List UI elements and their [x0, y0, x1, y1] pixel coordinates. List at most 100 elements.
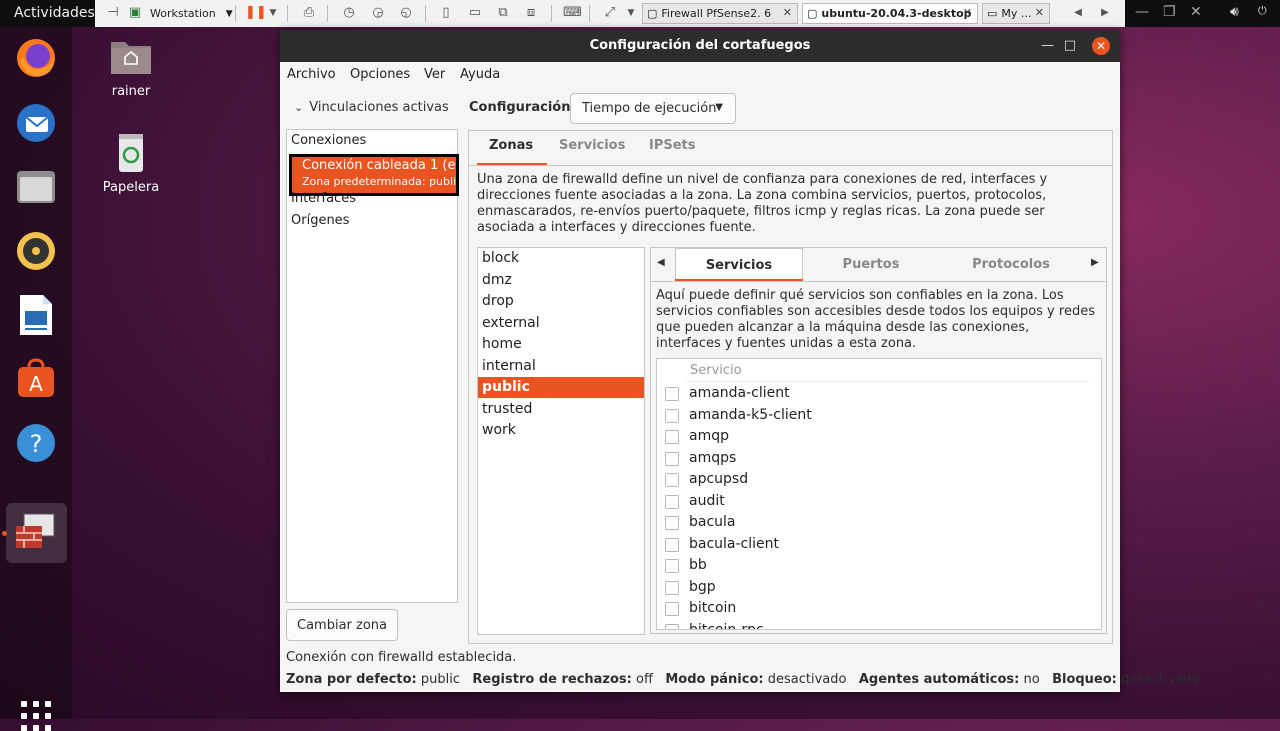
zone-item[interactable]: dmz: [478, 270, 644, 291]
zone-item[interactable]: internal: [478, 356, 644, 377]
writer-icon[interactable]: [13, 292, 59, 338]
close-icon[interactable]: ✕: [1190, 4, 1202, 20]
chevron-down-icon[interactable]: ▼: [265, 5, 281, 21]
zone-item-selected[interactable]: public: [478, 377, 644, 398]
rhythmbox-icon[interactable]: [13, 228, 59, 274]
menu-opciones[interactable]: Opciones: [350, 67, 410, 82]
chevron-down-icon[interactable]: ▼: [623, 5, 639, 21]
auto-helpers-value: no: [1023, 672, 1040, 687]
tab-scroll-left-icon[interactable]: ◀: [1070, 5, 1086, 21]
service-checkbox[interactable]: [665, 494, 679, 509]
change-zone-button[interactable]: Cambiar zona: [286, 609, 398, 641]
window-title: Configuración del cortafuegos: [589, 38, 811, 53]
stretch-icon[interactable]: ⤢: [602, 5, 618, 21]
software-center-icon[interactable]: A: [13, 356, 59, 402]
thumbnail-view-icon[interactable]: ▭: [467, 5, 483, 21]
subtab-puertos[interactable]: Puertos: [811, 248, 931, 281]
activities-button[interactable]: Actividades: [14, 5, 95, 21]
close-icon[interactable]: ✕: [1092, 37, 1110, 55]
service-checkbox[interactable]: [665, 602, 679, 616]
tab-ipsets[interactable]: IPSets: [649, 138, 696, 153]
service-row: bacula-client: [657, 535, 1101, 556]
service-checkbox[interactable]: [665, 473, 679, 487]
revert-snapshot-icon[interactable]: ◶: [370, 5, 386, 21]
zone-item[interactable]: trusted: [478, 399, 644, 420]
unity-icon[interactable]: ⧈: [523, 5, 539, 21]
tab-ubuntu-desktop[interactable]: ▢ ubuntu-20.04.3-desktop ✕: [802, 3, 978, 24]
chevron-down-icon: ▼: [225, 8, 233, 19]
service-row: amanda-k5-client: [657, 406, 1101, 427]
service-checkbox[interactable]: [665, 623, 679, 629]
menu-ayuda[interactable]: Ayuda: [460, 67, 500, 82]
sidebar-view-icon[interactable]: ▯: [438, 5, 454, 21]
service-checkbox[interactable]: [665, 451, 679, 466]
snapshot-icon[interactable]: ◷: [341, 5, 357, 21]
tab-scroll-right-icon[interactable]: ▶: [1091, 257, 1099, 268]
service-checkbox[interactable]: [665, 430, 679, 444]
window-titlebar[interactable]: Configuración del cortafuegos — □ ✕: [280, 30, 1120, 62]
console-icon[interactable]: ⌨: [563, 5, 582, 21]
minimize-icon[interactable]: —: [1135, 4, 1149, 20]
close-icon[interactable]: ✕: [1035, 6, 1044, 19]
firefox-icon[interactable]: [13, 35, 59, 81]
desktop-home-folder[interactable]: rainer: [91, 36, 171, 99]
power-icon[interactable]: ⏻: [1258, 4, 1267, 18]
firewall-status-bar: Zona por defecto: public Registro de rec…: [286, 672, 1200, 687]
tab-servicios[interactable]: Servicios: [559, 138, 625, 153]
tab-firewall-pfsense[interactable]: ▢ Firewall PfSense2. 6 ✕: [642, 3, 798, 24]
zone-item[interactable]: drop: [478, 291, 644, 312]
zone-item[interactable]: work: [478, 420, 644, 441]
service-checkbox[interactable]: [665, 559, 679, 573]
service-row: amqps: [657, 449, 1101, 470]
subtab-protocolos[interactable]: Protocolos: [951, 248, 1071, 281]
services-column-header[interactable]: Servicio: [690, 363, 742, 378]
zone-item[interactable]: block: [478, 248, 644, 269]
service-checkbox[interactable]: [665, 387, 679, 401]
volume-icon[interactable]: 🔊︎: [1230, 4, 1239, 20]
subtab-servicios[interactable]: Servicios: [675, 248, 803, 281]
wired-connection-name: Conexión cableada 1 (en: [302, 158, 459, 173]
vm-tab-icon: ▢: [807, 7, 818, 20]
top-bar: Actividades ⊣ ▣ Workstation ▼ ❚❚ ▼ ⎙ ◷ ◶ …: [0, 0, 1280, 27]
maximize-icon[interactable]: □: [1064, 38, 1076, 53]
files-icon[interactable]: [13, 164, 59, 210]
thunderbird-icon[interactable]: [13, 100, 59, 146]
services-list: Servicio amanda-client amanda-k5-client …: [656, 358, 1102, 630]
service-checkbox[interactable]: [665, 580, 679, 595]
show-applications-icon[interactable]: [21, 701, 51, 731]
sources-header: Orígenes: [291, 213, 350, 228]
tab-scroll-left-icon[interactable]: ◀: [657, 257, 665, 268]
close-icon[interactable]: ✕: [963, 6, 972, 19]
fit-guest-icon[interactable]: ⧉: [495, 5, 511, 21]
interfaces-header: Interfaces: [291, 191, 356, 206]
workstation-menu[interactable]: Workstation ▼: [150, 0, 233, 27]
active-bindings-expander[interactable]: ⌄ Vinculaciones activas: [294, 100, 449, 115]
pause-icon[interactable]: ❚❚: [245, 5, 267, 21]
configuration-select[interactable]: Tiempo de ejecución ▼: [570, 93, 736, 124]
snapshot-manager-icon[interactable]: ◵: [398, 5, 414, 21]
wired-connection-item[interactable]: Conexión cableada 1 (en Zona predetermin…: [289, 154, 459, 196]
bindings-list: Conexiones Conexión cableada 1 (en Zona …: [286, 129, 459, 603]
send-keys-icon[interactable]: ⎙: [301, 5, 317, 21]
service-row: bitcoin: [657, 599, 1101, 620]
tab-zonas[interactable]: Zonas: [489, 138, 533, 153]
desktop-trash[interactable]: Papelera: [91, 132, 171, 195]
menu-archivo[interactable]: Archivo: [287, 67, 336, 82]
default-zone-value: public: [420, 672, 460, 687]
close-icon[interactable]: ✕: [783, 6, 792, 19]
service-checkbox[interactable]: [665, 516, 679, 530]
service-row: apcupsd: [657, 470, 1101, 491]
minimize-icon[interactable]: —: [1041, 38, 1054, 53]
restore-icon[interactable]: ❐: [1163, 4, 1176, 20]
help-icon[interactable]: ?: [13, 420, 59, 466]
fullscreen-toggle-icon[interactable]: ⊣: [105, 5, 121, 21]
zone-item[interactable]: home: [478, 334, 644, 355]
service-checkbox[interactable]: [665, 408, 679, 423]
tab-scroll-right-icon[interactable]: ▶: [1097, 5, 1113, 21]
service-checkbox[interactable]: [665, 537, 679, 552]
connection-status: Conexión con firewalld establecida.: [286, 650, 517, 665]
menu-ver[interactable]: Ver: [424, 67, 445, 82]
firewall-config-icon[interactable]: [13, 509, 59, 555]
zone-item[interactable]: external: [478, 313, 644, 334]
tab-my-computer[interactable]: ▭ My ... ✕: [982, 3, 1050, 24]
